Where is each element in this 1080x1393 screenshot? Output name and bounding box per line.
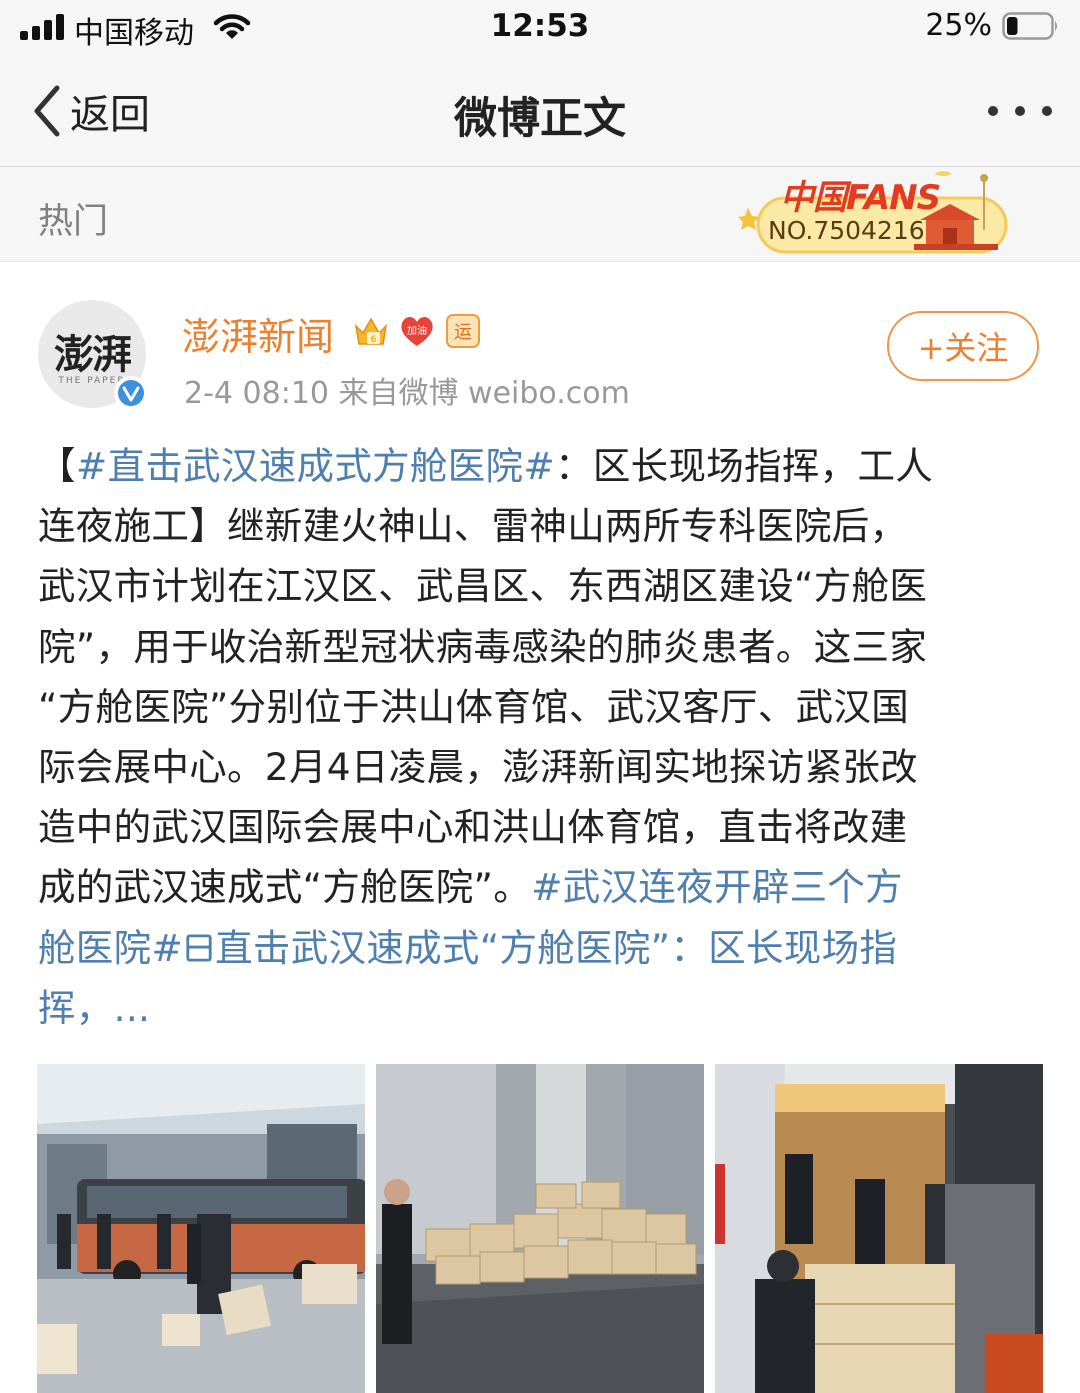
username[interactable]: 澎湃新闻 [182, 306, 334, 361]
crown-icon[interactable]: 6 [352, 312, 390, 350]
back-label: 返回 [70, 92, 150, 138]
svg-text:6: 6 [371, 335, 377, 345]
more-options-button[interactable] [988, 96, 1052, 126]
back-button[interactable]: 返回 [30, 78, 150, 144]
fans-badge-title: 中国FANS [780, 178, 941, 218]
photo-truck-unloading[interactable] [715, 1064, 1043, 1393]
post-line: 舱医院# 直击武汉速成式“方舱医院”：区长现场指 [38, 918, 1046, 978]
follow-label: +关注 [917, 329, 1009, 367]
hot-label: 热门 [38, 202, 109, 242]
post-meta: 2-4 08:10 来自微博 weibo.com [184, 376, 630, 411]
text-segment: 成的武汉速成式“方舱医院”。 [38, 865, 532, 910]
topic-link[interactable]: 舱医院# [38, 926, 183, 970]
nav-bar: 返回 微博正文 [0, 56, 1080, 167]
post-line: 造中的武汉国际会展中心和洪山体育馆，直击将改建 [38, 805, 908, 850]
more-dot-icon [1015, 106, 1025, 116]
video-link-text: 直击武汉速成式“方舱医院”：区长现场指 [215, 925, 898, 970]
photo-boxes-hall[interactable] [376, 1064, 704, 1393]
avatar-text: 澎湃 [54, 331, 132, 378]
photo-image [37, 1064, 365, 1393]
photo-image [376, 1064, 704, 1393]
svg-text:加油: 加油 [407, 324, 427, 337]
topic-link[interactable]: #武汉连夜开辟三个方 [531, 865, 903, 909]
post-line: 院”，用于收治新型冠状病毒感染的肺炎患者。这三家 [38, 624, 928, 669]
verified-icon [114, 376, 148, 410]
post-line: 【#直击武汉速成式方舱医院#：区长现场指挥，工人 [38, 436, 1046, 496]
page-title: 微博正文 [454, 94, 626, 144]
topic-link[interactable]: #直击武汉速成式方舱医院# [76, 444, 555, 488]
heart-jiayou-icon[interactable]: 加油 [398, 312, 436, 350]
yun-icon[interactable]: 运 [444, 312, 482, 350]
video-link[interactable]: 直击武汉速成式“方舱医院”：区长现场指 [183, 926, 897, 970]
fans-badge-number: NO.7504216 [768, 216, 925, 245]
user-badges: 6 加油 运 [352, 312, 482, 350]
more-dot-icon [988, 106, 998, 116]
status-bar: 中国移动 12:53 25% [0, 0, 1080, 56]
text-segment: 【 [38, 444, 76, 488]
follow-button[interactable]: +关注 [887, 311, 1039, 381]
battery-percent: 25% [925, 8, 992, 43]
more-dot-icon [1042, 106, 1052, 116]
post-line: 武汉市计划在江汉区、武昌区、东西湖区建设“方舱医 [38, 564, 928, 609]
post-line: 挥，... [38, 978, 1046, 1038]
text-segment: ：区长现场指挥，工人 [555, 444, 934, 488]
photo-bus-hall[interactable] [37, 1064, 365, 1393]
video-icon [186, 934, 212, 962]
post-text: 【#直击武汉速成式方舱医院#：区长现场指挥，工人 连夜施工】继新建火神山、雷神山… [38, 436, 1046, 1038]
battery-icon [1002, 12, 1057, 40]
post-line: 连夜施工】继新建火神山、雷神山两所专科医院后， [38, 504, 908, 549]
clock: 12:53 [490, 8, 590, 44]
china-fans-badge[interactable]: 中国FANS NO.7504216 [738, 168, 1010, 254]
post-line: 际会展中心。2月4日凌晨，澎湃新闻实地探访紧张改 [38, 745, 918, 790]
expand-link[interactable]: 挥，... [38, 986, 150, 1030]
post-line: “方舱医院”分别位于洪山体育馆、武汉客厅、武汉国 [38, 684, 910, 729]
post-line: 成的武汉速成式“方舱医院”。#武汉连夜开辟三个方 [38, 857, 1046, 917]
svg-text:运: 运 [454, 322, 472, 343]
chevron-left-icon [34, 85, 60, 137]
photo-image [715, 1064, 1043, 1393]
